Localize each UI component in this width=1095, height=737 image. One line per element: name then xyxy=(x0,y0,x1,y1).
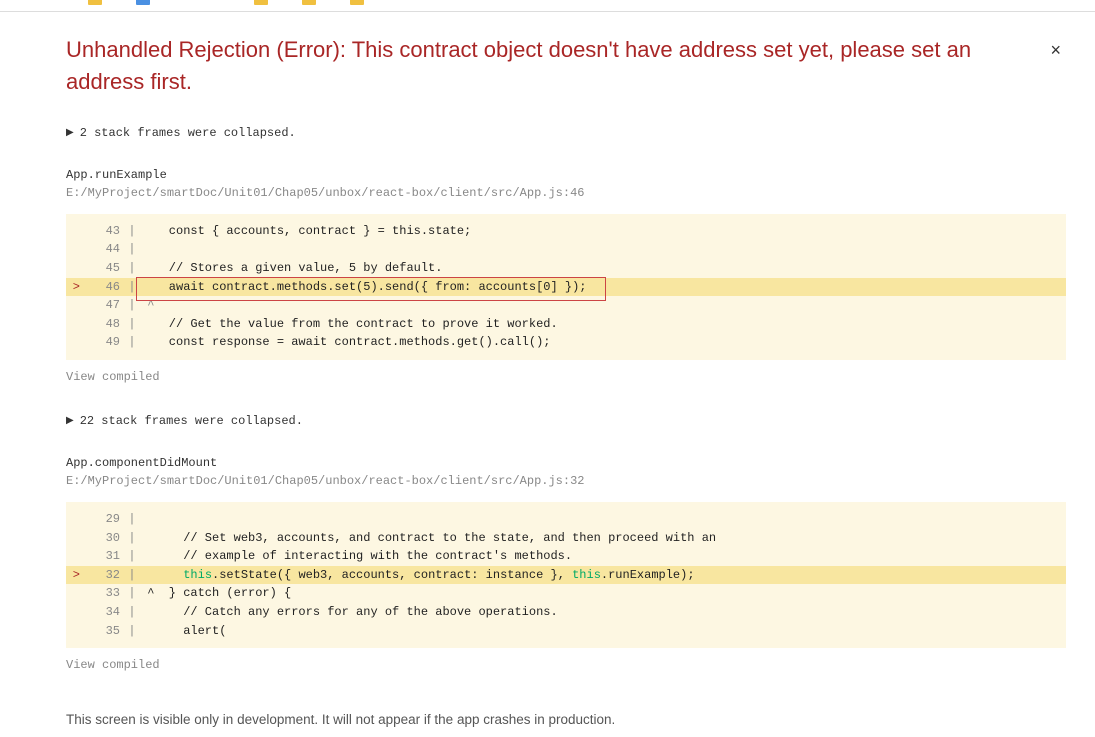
code-snippet: 43| const { accounts, contract } = this.… xyxy=(66,214,1066,360)
collapsed-label: 22 stack frames were collapsed. xyxy=(80,414,303,428)
bookmark-folder-icon[interactable] xyxy=(88,0,102,5)
bookmark-ie-icon[interactable] xyxy=(136,0,150,5)
footer-note: This screen is visible only in developme… xyxy=(66,712,1067,727)
stack-frame-path[interactable]: E:/MyProject/smartDoc/Unit01/Chap05/unbo… xyxy=(66,186,1067,200)
triangle-right-icon: ▶ xyxy=(66,127,74,139)
view-compiled-link[interactable]: View compiled xyxy=(66,658,1067,672)
collapsed-frames-toggle[interactable]: ▶ 22 stack frames were collapsed. xyxy=(66,414,1067,428)
highlighted-line: >46| await contract.methods.set(5).send(… xyxy=(66,278,1066,297)
close-icon[interactable]: × xyxy=(1044,36,1067,65)
triangle-right-icon: ▶ xyxy=(66,415,74,427)
bookmark-folder-icon[interactable] xyxy=(254,0,268,5)
highlighted-line: >32| this.setState({ web3, accounts, con… xyxy=(66,566,1066,585)
view-compiled-link[interactable]: View compiled xyxy=(66,370,1067,384)
stack-frame-name: App.runExample xyxy=(66,168,1067,182)
error-overlay: Unhandled Rejection (Error): This contra… xyxy=(0,12,1095,737)
bookmark-folder-icon[interactable] xyxy=(302,0,316,5)
collapsed-frames-toggle[interactable]: ▶ 2 stack frames were collapsed. xyxy=(66,126,1067,140)
collapsed-label: 2 stack frames were collapsed. xyxy=(80,126,296,140)
browser-bookmark-bar xyxy=(0,0,1095,12)
stack-frame-name: App.componentDidMount xyxy=(66,456,1067,470)
error-title: Unhandled Rejection (Error): This contra… xyxy=(66,34,1032,98)
code-snippet: 29| 30| // Set web3, accounts, and contr… xyxy=(66,502,1066,648)
bookmark-folder-icon[interactable] xyxy=(350,0,364,5)
stack-frame-path[interactable]: E:/MyProject/smartDoc/Unit01/Chap05/unbo… xyxy=(66,474,1067,488)
